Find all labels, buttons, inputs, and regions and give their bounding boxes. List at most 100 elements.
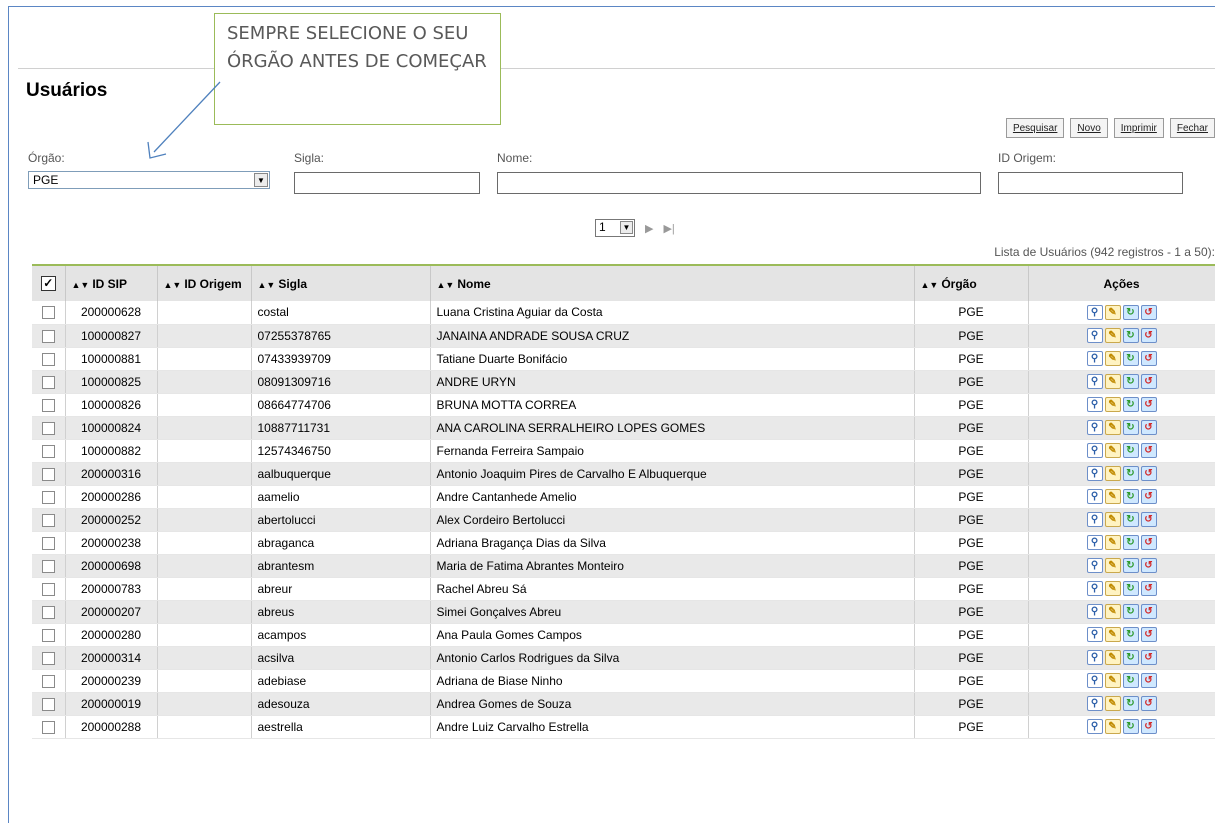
view-icon[interactable]: ⚲ [1086,489,1103,504]
row-checkbox[interactable] [41,421,55,435]
print-button[interactable]: Imprimir [1113,118,1164,138]
table-row[interactable]: 100000881 07433939709 Tatiane Duarte Bonif… [32,347,1215,371]
row-checkbox[interactable] [41,329,55,343]
edit-icon[interactable]: ✎ [1104,604,1121,619]
green-action-icon[interactable]: ↻ [1122,351,1139,366]
red-action-icon[interactable]: ↺ [1140,328,1157,343]
row-checkbox[interactable] [41,536,55,550]
edit-icon[interactable]: ✎ [1104,535,1121,550]
close-button[interactable]: Fechar [1169,118,1215,138]
edit-icon[interactable]: ✎ [1104,581,1121,596]
edit-icon[interactable]: ✎ [1104,397,1121,412]
red-action-icon[interactable]: ↺ [1140,304,1157,320]
red-action-icon[interactable]: ↺ [1140,512,1157,527]
header-sigla[interactable]: ▲▼ Sigla [251,264,431,301]
page-select[interactable]: 1 ▼ [595,219,635,237]
green-action-icon[interactable]: ↻ [1122,535,1139,550]
table-row[interactable]: 200000280 acampos Ana Paula Gomes Campos PG… [32,623,1215,647]
view-icon[interactable]: ⚲ [1086,304,1103,320]
row-checkbox[interactable] [41,559,55,573]
header-orgao[interactable]: ▲▼ Órgão [914,264,1029,301]
sigla-input[interactable] [294,172,480,194]
edit-icon[interactable]: ✎ [1104,420,1121,435]
edit-icon[interactable]: ✎ [1104,696,1121,711]
edit-icon[interactable]: ✎ [1104,466,1121,481]
table-row[interactable]: 100000825 08091309716 ANDRE URYN PGE ⚲ ✎ ↻ ↺ [32,370,1215,394]
edit-icon[interactable]: ✎ [1104,512,1121,527]
edit-icon[interactable]: ✎ [1104,351,1121,366]
edit-icon[interactable]: ✎ [1104,374,1121,389]
edit-icon[interactable]: ✎ [1104,443,1121,458]
green-action-icon[interactable]: ↻ [1122,673,1139,688]
view-icon[interactable]: ⚲ [1086,351,1103,366]
red-action-icon[interactable]: ↺ [1140,604,1157,619]
table-row[interactable]: 100000882 12574346750 Fernanda Ferreira Sa… [32,439,1215,463]
red-action-icon[interactable]: ↺ [1140,558,1157,573]
green-action-icon[interactable]: ↻ [1122,650,1139,665]
green-action-icon[interactable]: ↻ [1122,328,1139,343]
row-checkbox[interactable] [41,628,55,642]
view-icon[interactable]: ⚲ [1086,466,1103,481]
row-checkbox[interactable] [41,398,55,412]
red-action-icon[interactable]: ↺ [1140,719,1157,734]
red-action-icon[interactable]: ↺ [1140,650,1157,665]
select-all-checkbox[interactable]: ✓ [40,276,56,292]
view-icon[interactable]: ⚲ [1086,374,1103,389]
row-checkbox[interactable] [41,444,55,458]
green-action-icon[interactable]: ↻ [1122,558,1139,573]
table-row[interactable]: 200000314 acsilva Antonio Carlos Rodrigues… [32,646,1215,670]
header-nome[interactable]: ▲▼ Nome [430,264,915,301]
edit-icon[interactable]: ✎ [1104,719,1121,734]
table-row[interactable]: 200000698 abrantesm Maria de Fatima Abrant… [32,554,1215,578]
row-checkbox[interactable] [41,697,55,711]
green-action-icon[interactable]: ↻ [1122,581,1139,596]
row-checkbox[interactable] [41,605,55,619]
view-icon[interactable]: ⚲ [1086,696,1103,711]
view-icon[interactable]: ⚲ [1086,719,1103,734]
row-checkbox[interactable] [41,651,55,665]
new-button[interactable]: Novo [1070,118,1108,138]
row-checkbox[interactable] [41,582,55,596]
green-action-icon[interactable]: ↻ [1122,466,1139,481]
view-icon[interactable]: ⚲ [1086,673,1103,688]
row-checkbox[interactable] [41,513,55,527]
edit-icon[interactable]: ✎ [1104,558,1121,573]
view-icon[interactable]: ⚲ [1086,558,1103,573]
red-action-icon[interactable]: ↺ [1140,443,1157,458]
red-action-icon[interactable]: ↺ [1140,696,1157,711]
chevron-down-icon[interactable]: ▼ [254,173,268,187]
table-row[interactable]: 200000252 abertolucci Alex Cordeiro Bertol… [32,508,1215,532]
header-id-sip[interactable]: ▲▼ ID SIP [65,264,158,301]
table-row[interactable]: 100000826 08664774706 BRUNA MOTTA CORREA PG… [32,393,1215,417]
chevron-down-icon[interactable]: ▼ [620,221,633,234]
table-row[interactable]: 200000286 aamelio Andre Cantanhede Amelio P… [32,485,1215,509]
view-icon[interactable]: ⚲ [1086,627,1103,642]
header-id-origem[interactable]: ▲▼ ID Origem [157,264,252,301]
row-checkbox[interactable] [41,375,55,389]
green-action-icon[interactable]: ↻ [1122,512,1139,527]
id-origem-input[interactable] [998,172,1183,194]
red-action-icon[interactable]: ↺ [1140,489,1157,504]
view-icon[interactable]: ⚲ [1086,581,1103,596]
green-action-icon[interactable]: ↻ [1122,604,1139,619]
last-page-icon[interactable]: ▶| [663,222,674,235]
table-row[interactable]: 200000239 adebiase Adriana de Biase Ninho P… [32,669,1215,693]
green-action-icon[interactable]: ↻ [1122,696,1139,711]
table-row[interactable]: 200000207 abreus Simei Gonçalves Abreu PGE ⚲… [32,600,1215,624]
green-action-icon[interactable]: ↻ [1122,489,1139,504]
view-icon[interactable]: ⚲ [1086,535,1103,550]
red-action-icon[interactable]: ↺ [1140,581,1157,596]
view-icon[interactable]: ⚲ [1086,328,1103,343]
row-checkbox[interactable] [41,674,55,688]
red-action-icon[interactable]: ↺ [1140,374,1157,389]
edit-icon[interactable]: ✎ [1104,489,1121,504]
next-page-icon[interactable]: ▶ [645,222,653,235]
row-checkbox[interactable] [41,467,55,481]
nome-input[interactable] [497,172,981,194]
red-action-icon[interactable]: ↺ [1140,351,1157,366]
table-row[interactable]: 200000288 aestrella Andre Luiz Carvalho Es… [32,715,1215,739]
table-row[interactable]: 200000238 abraganca Adriana Bragança Dias … [32,531,1215,555]
search-button[interactable]: Pesquisar [1005,118,1065,138]
edit-icon[interactable]: ✎ [1104,328,1121,343]
red-action-icon[interactable]: ↺ [1140,627,1157,642]
